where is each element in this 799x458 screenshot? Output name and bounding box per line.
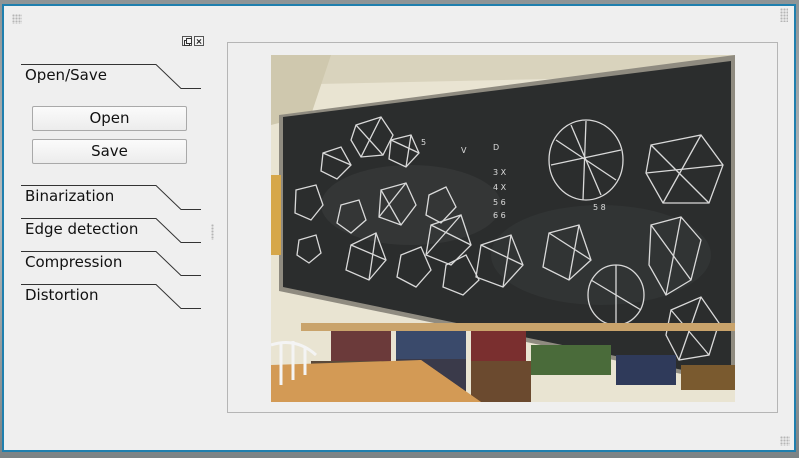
blackboard-photo: 5 V D 3 X 4 X 5 6 6 6 5 8	[271, 55, 735, 402]
window-titlebar[interactable]	[4, 6, 794, 28]
section-label: Binarization	[25, 187, 115, 205]
drag-grip-icon[interactable]	[780, 8, 788, 22]
float-icon[interactable]	[182, 36, 192, 46]
open-button[interactable]: Open	[32, 106, 187, 131]
svg-text:5: 5	[421, 138, 426, 147]
section-compression[interactable]: Compression	[21, 251, 201, 276]
section-label: Distortion	[25, 286, 99, 304]
section-open-save[interactable]: Open/Save	[21, 64, 201, 89]
resize-grip-icon[interactable]	[780, 436, 790, 446]
section-label: Compression	[25, 253, 123, 271]
svg-text:5 6: 5 6	[493, 198, 506, 207]
section-distortion[interactable]: Distortion	[21, 284, 201, 309]
svg-text:V: V	[461, 146, 467, 155]
splitter-handle[interactable]	[211, 224, 214, 240]
close-icon[interactable]	[194, 36, 204, 46]
svg-text:3 X: 3 X	[493, 168, 507, 177]
section-edge-detection[interactable]: Edge detection	[21, 218, 201, 243]
photo-image: 5 V D 3 X 4 X 5 6 6 6 5 8	[271, 55, 735, 402]
save-button[interactable]: Save	[32, 139, 187, 164]
section-label: Open/Save	[25, 66, 107, 84]
svg-text:4 X: 4 X	[493, 183, 507, 192]
section-binarization[interactable]: Binarization	[21, 185, 201, 210]
svg-text:6 6: 6 6	[493, 211, 506, 220]
drag-grip-icon[interactable]	[12, 14, 22, 24]
main-window: Open/Save Open Save Binarization Edge de…	[2, 4, 796, 452]
svg-text:D: D	[493, 143, 499, 152]
dock-controls	[182, 36, 204, 46]
svg-text:5 8: 5 8	[593, 203, 606, 212]
image-viewer[interactable]: 5 V D 3 X 4 X 5 6 6 6 5 8	[227, 42, 778, 413]
section-label: Edge detection	[25, 220, 139, 238]
